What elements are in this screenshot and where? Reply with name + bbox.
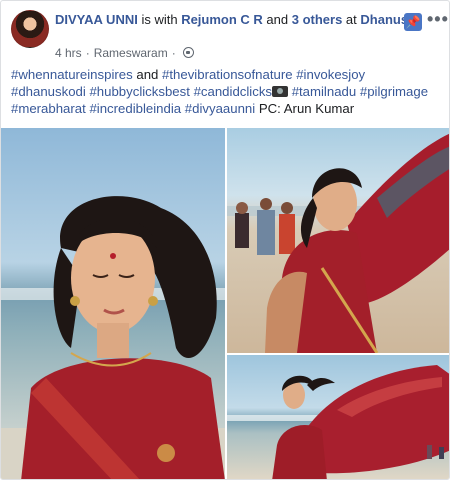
and-text: and [262, 12, 292, 27]
meta-separator: · [171, 46, 176, 60]
hashtag-link[interactable]: #dhanuskodi [11, 84, 86, 99]
post-meta: 4 hrs · Rameswaram · [55, 46, 194, 60]
post-photo-3[interactable] [227, 355, 449, 479]
pin-icon[interactable]: 📌 [404, 13, 422, 31]
author-avatar[interactable] [11, 10, 49, 48]
at-text: at [342, 12, 361, 27]
author-name-link[interactable]: DIVYAA UNNI [55, 12, 138, 27]
hashtag-link[interactable]: #merabharat [11, 101, 86, 116]
hashtag-link[interactable]: #tamilnadu [292, 84, 357, 99]
post-caption: #whennatureinspires and #thevibrationsof… [11, 66, 443, 117]
photo-2-image [227, 133, 449, 353]
hashtag-link[interactable]: #candidclicks [194, 84, 272, 99]
more-options-icon[interactable]: ••• [427, 10, 449, 28]
hashtag-link[interactable]: #divyaaunni [185, 101, 255, 116]
photo-1-image [1, 196, 225, 479]
place-link[interactable]: Rameswaram [94, 46, 168, 60]
tagged-person-link[interactable]: Rejumon C R [181, 12, 263, 27]
hashtag-link[interactable]: #invokesjoy [296, 67, 365, 82]
meta-separator: · [85, 46, 90, 60]
hashtag-link[interactable]: #thevibrationsofnature [162, 67, 293, 82]
others-link[interactable]: 3 others [292, 12, 343, 27]
globe-icon[interactable] [182, 47, 194, 58]
caption-text: and [132, 67, 163, 82]
hashtag-link[interactable]: #incredibleindia [89, 101, 181, 116]
hashtag-link[interactable]: #hubbyclicksbest [89, 84, 189, 99]
post-header: DIVYAA UNNI is with Rejumon C R and 3 ot… [55, 11, 411, 28]
photo-credit: PC: Arun Kumar [255, 101, 355, 116]
feed-post: DIVYAA UNNI is with Rejumon C R and 3 ot… [0, 0, 450, 480]
post-photo-2[interactable] [227, 128, 449, 353]
with-text: is with [137, 12, 182, 27]
hashtag-link[interactable]: #whennatureinspires [11, 67, 133, 82]
camera-emoji-icon [272, 86, 289, 97]
post-photo-1[interactable] [1, 128, 225, 479]
hashtag-link[interactable]: #pilgrimage [360, 84, 428, 99]
photo-3-image [227, 365, 449, 479]
post-time-link[interactable]: 4 hrs [55, 46, 82, 60]
